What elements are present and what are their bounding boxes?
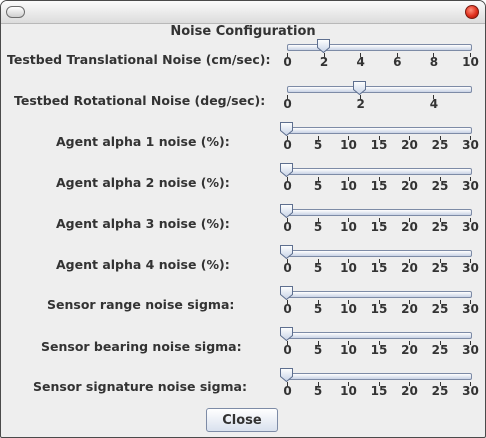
slider-tick-label: 20	[401, 220, 418, 234]
slider-agent-alpha-3[interactable]: 0 5 10 15 20 25 30	[280, 204, 479, 237]
slider-tick-label: 30	[462, 138, 479, 152]
slider-tick-label: 20	[401, 138, 418, 152]
slider-track	[287, 332, 472, 339]
window-close-icon[interactable]	[465, 5, 479, 19]
slider-track	[287, 44, 472, 51]
slider-tick-label: 10	[462, 55, 479, 69]
slider-tick-label: 10	[340, 302, 357, 316]
slider-tick-label: 0	[283, 384, 292, 398]
slider-tick-label: 15	[370, 220, 388, 234]
label-translational-noise: Testbed Translational Noise (cm/sec):	[7, 52, 271, 67]
slider-track	[287, 250, 472, 257]
slider-tick-label: 20	[401, 302, 418, 316]
slider-tick-label: 2	[356, 97, 365, 111]
slider-thumb[interactable]	[280, 327, 293, 341]
label-sensor-signature: Sensor signature noise sigma:	[33, 379, 247, 394]
slider-track	[287, 291, 472, 298]
label-sensor-range: Sensor range noise sigma:	[47, 297, 235, 312]
slider-rotational-noise[interactable]: 0 2 4	[283, 81, 472, 114]
slider-tick-label: 15	[370, 138, 388, 152]
slider-track	[287, 127, 472, 134]
slider-tick-label: 4	[356, 55, 365, 69]
slider-agent-alpha-2[interactable]: 0 5 10 15 20 25 30	[280, 163, 479, 196]
slider-tick-label: 15	[370, 343, 388, 357]
slider-tick-label: 8	[429, 55, 439, 69]
slider-track	[287, 86, 472, 93]
slider-tick-label: 30	[462, 220, 479, 234]
slider-tick-label: 25	[431, 343, 449, 357]
label-rotational-noise: Testbed Rotational Noise (deg/sec):	[14, 93, 266, 108]
slider-tick-label: 5	[313, 384, 323, 398]
label-sensor-bearing: Sensor bearing noise sigma:	[41, 339, 242, 354]
slider-thumb[interactable]	[280, 286, 293, 300]
slider-tick-label: 20	[401, 261, 418, 275]
slider-tick-label: 20	[401, 384, 418, 398]
slider-tick-label: 10	[340, 138, 357, 152]
slider-tick-label: 30	[462, 302, 479, 316]
slider-translational-noise[interactable]: 0 2 4 6 8 10	[283, 39, 479, 72]
slider-tick-label: 0	[283, 55, 292, 69]
slider-tick-label: 25	[431, 220, 449, 234]
slider-tick-label: 30	[462, 343, 479, 357]
slider-tick-label: 20	[401, 179, 418, 193]
slider-tick-label: 10	[340, 179, 357, 193]
slider-tick-label: 25	[431, 179, 449, 193]
slider-tick-label: 10	[340, 384, 357, 398]
slider-tick-label: 0	[283, 179, 292, 193]
slider-tick-label: 5	[313, 220, 323, 234]
slider-thumb[interactable]	[353, 81, 367, 95]
label-agent-alpha-4: Agent alpha 4 noise (%):	[56, 257, 230, 272]
slider-thumb[interactable]	[280, 122, 293, 136]
dialog-title: Noise Configuration	[170, 24, 316, 39]
slider-track	[287, 209, 472, 216]
slider-thumb[interactable]	[280, 204, 293, 218]
slider-tick-label: 5	[313, 343, 323, 357]
slider-sensor-range[interactable]: 0 5 10 15 20 25 30	[280, 286, 479, 319]
slider-tick-label: 0	[283, 261, 292, 275]
slider-tick-label: 2	[319, 55, 329, 69]
slider-agent-alpha-1[interactable]: 0 5 10 15 20 25 30	[280, 122, 479, 155]
slider-thumb[interactable]	[316, 39, 330, 53]
slider-tick-label: 20	[401, 343, 418, 357]
slider-tick-label: 0	[283, 138, 292, 152]
slider-tick-label: 0	[283, 97, 292, 111]
slider-sensor-signature[interactable]: 0 5 10 15 20 25 30	[280, 368, 479, 401]
slider-tick-label: 0	[283, 302, 292, 316]
slider-tick-label: 6	[393, 55, 402, 69]
slider-track	[287, 168, 472, 175]
slider-tick-label: 15	[370, 179, 388, 193]
slider-tick-label: 10	[340, 343, 357, 357]
slider-tick-label: 5	[313, 138, 323, 152]
slider-tick-label: 15	[370, 384, 388, 398]
slider-tick-label: 5	[313, 302, 323, 316]
slider-tick-label: 5	[313, 261, 323, 275]
slider-tick-label: 0	[283, 343, 292, 357]
slider-tick-label: 15	[370, 261, 388, 275]
label-agent-alpha-3: Agent alpha 3 noise (%):	[56, 216, 230, 231]
slider-tick-label: 30	[462, 179, 479, 193]
slider-tick-label: 30	[462, 261, 479, 275]
label-agent-alpha-2: Agent alpha 2 noise (%):	[56, 175, 230, 190]
slider-tick-label: 25	[431, 384, 449, 398]
slider-sensor-bearing[interactable]: 0 5 10 15 20 25 30	[280, 327, 479, 360]
slider-tick-label: 10	[340, 220, 357, 234]
slider-tick-label: 5	[313, 179, 323, 193]
slider-tick-label: 10	[340, 261, 357, 275]
slider-tick-label: 4	[429, 97, 439, 111]
title-bar	[1, 1, 485, 24]
slider-thumb[interactable]	[280, 245, 293, 259]
slider-tick-label: 30	[462, 384, 479, 398]
slider-tick-label: 15	[370, 302, 388, 316]
slider-tick-label: 25	[431, 261, 449, 275]
slider-tick-label: 25	[431, 138, 449, 152]
close-button[interactable]: Close	[206, 408, 278, 432]
slider-track	[287, 373, 472, 380]
slider-thumb[interactable]	[280, 163, 293, 177]
slider-tick-label: 25	[431, 302, 449, 316]
slider-agent-alpha-4[interactable]: 0 5 10 15 20 25 30	[280, 245, 479, 278]
window-menu-icon[interactable]	[6, 6, 25, 18]
slider-thumb[interactable]	[280, 368, 293, 382]
slider-tick-label: 0	[283, 220, 292, 234]
label-agent-alpha-1: Agent alpha 1 noise (%):	[56, 134, 230, 149]
